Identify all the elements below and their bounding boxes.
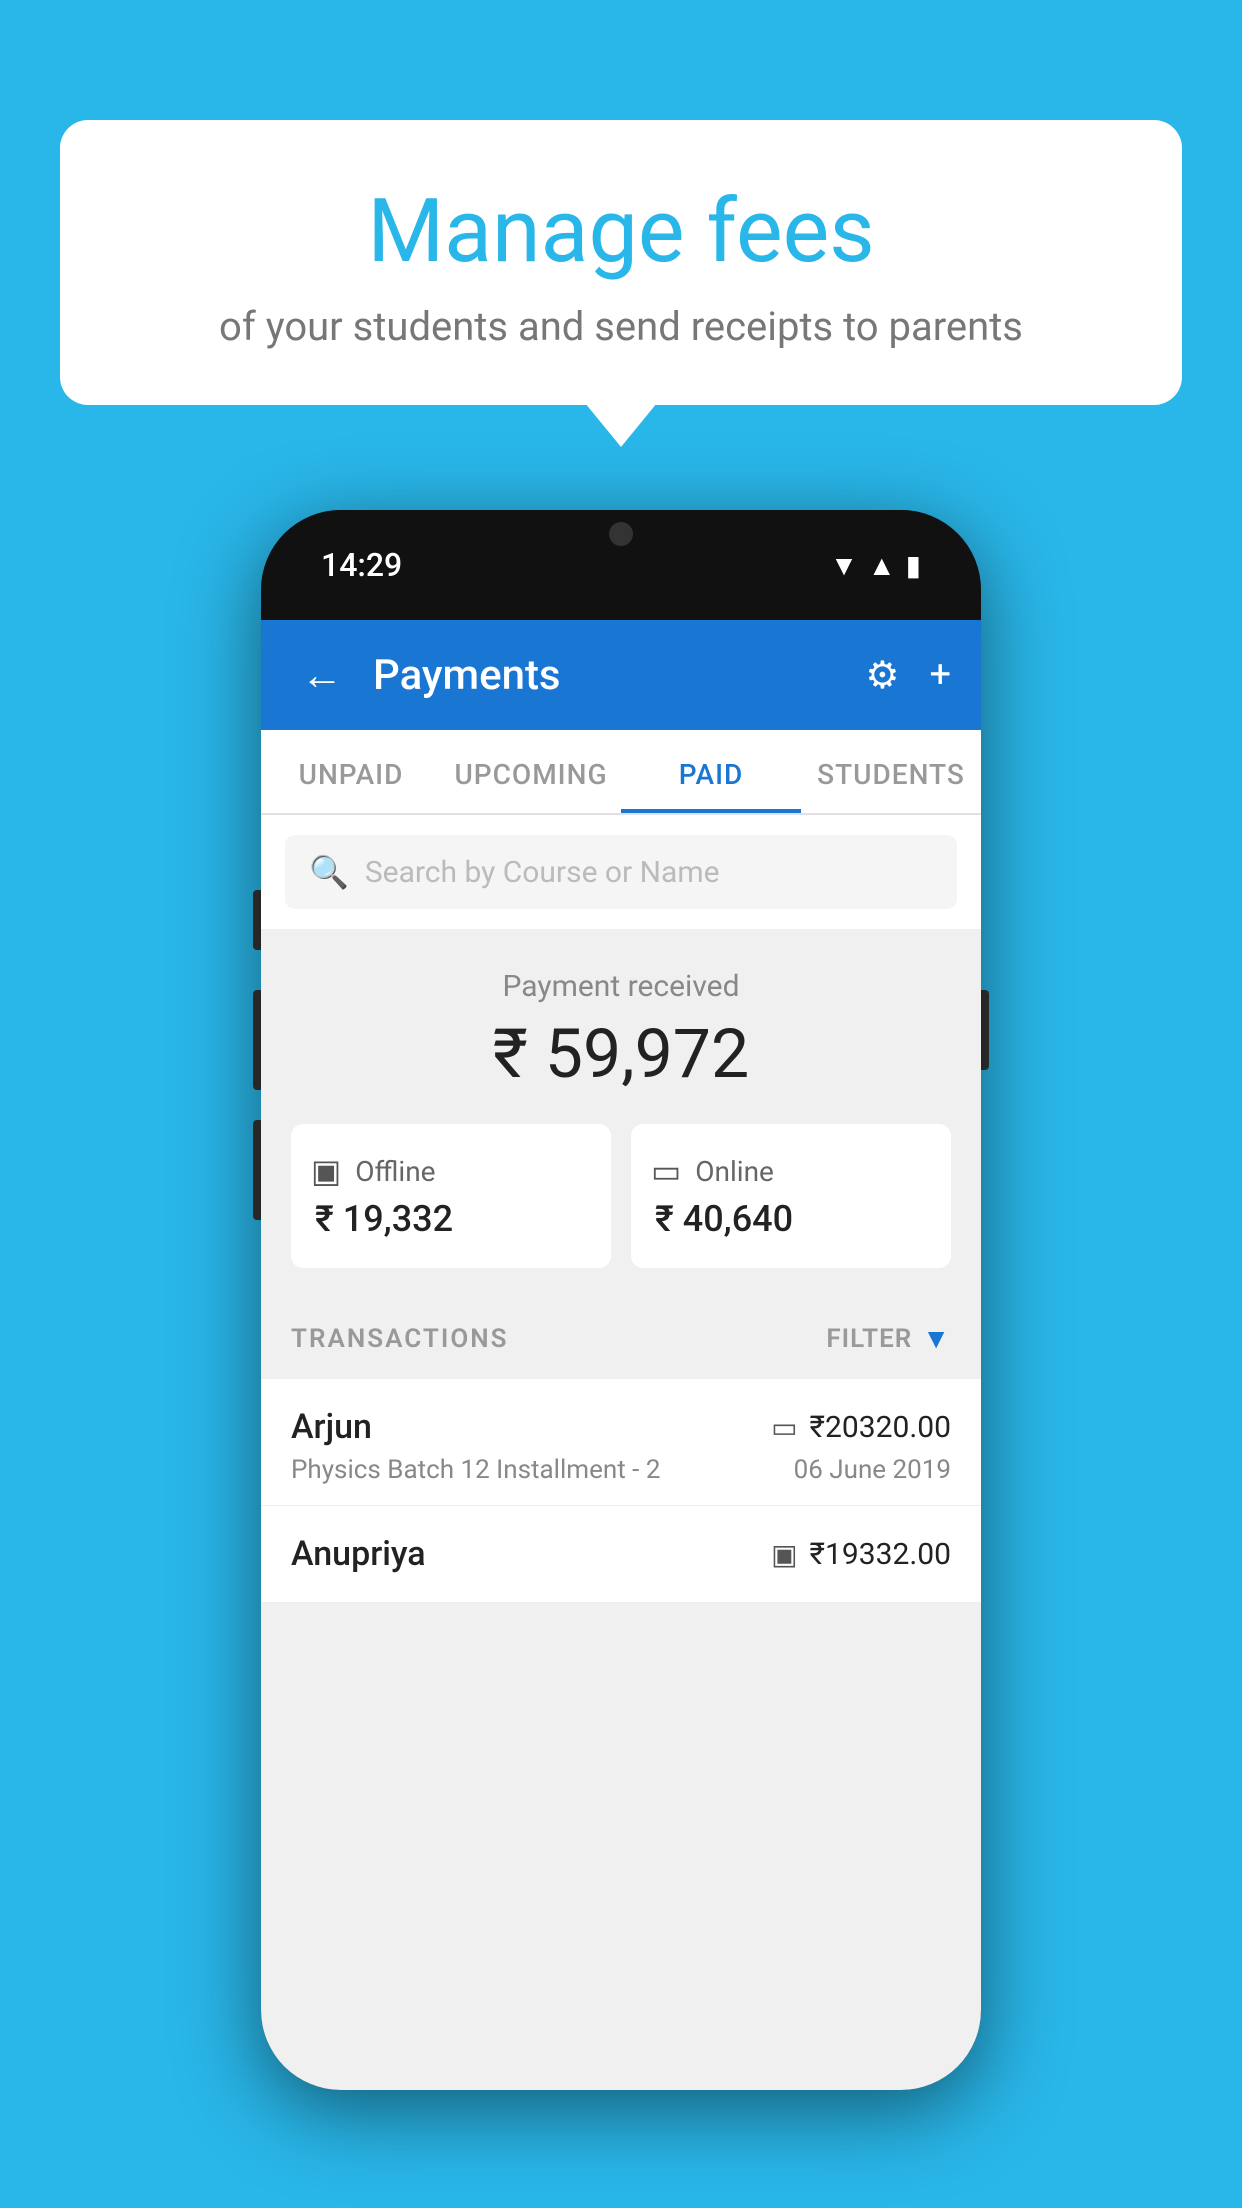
phone-frame: 14:29 ▼ ▲ ▮ ← Payments ⚙ + UNPAID UPCOM bbox=[261, 510, 981, 2090]
speech-bubble-section: Manage fees of your students and send re… bbox=[60, 120, 1182, 405]
tab-paid[interactable]: PAID bbox=[621, 730, 801, 813]
transaction-amount-container: ▣ ₹19332.00 bbox=[771, 1537, 951, 1572]
status-time: 14:29 bbox=[321, 546, 402, 584]
offline-card-header: ▣ Offline bbox=[311, 1152, 591, 1190]
transaction-row-top: Anupriya ▣ ₹19332.00 bbox=[291, 1534, 951, 1574]
transaction-amount: ₹20320.00 bbox=[810, 1410, 951, 1445]
filter-icon: ▼ bbox=[922, 1322, 951, 1355]
bubble-title: Manage fees bbox=[140, 180, 1102, 283]
online-amount: ₹ 40,640 bbox=[655, 1198, 931, 1240]
tab-unpaid[interactable]: UNPAID bbox=[261, 730, 441, 813]
transaction-type-icon: ▣ bbox=[771, 1538, 797, 1571]
transaction-course: Physics Batch 12 Installment - 2 bbox=[291, 1455, 660, 1485]
wifi-icon: ▼ bbox=[830, 549, 858, 582]
offline-amount: ₹ 19,332 bbox=[315, 1198, 591, 1240]
payment-total-amount: ₹ 59,972 bbox=[291, 1014, 951, 1094]
phone-screen: ← Payments ⚙ + UNPAID UPCOMING PAID STUD… bbox=[261, 620, 981, 2090]
table-row[interactable]: Anupriya ▣ ₹19332.00 bbox=[261, 1506, 981, 1603]
transaction-name: Anupriya bbox=[291, 1534, 426, 1574]
filter-label: FILTER bbox=[826, 1324, 912, 1354]
offline-payment-card: ▣ Offline ₹ 19,332 bbox=[291, 1124, 611, 1268]
transaction-type-icon: ▭ bbox=[771, 1411, 797, 1444]
payment-cards: ▣ Offline ₹ 19,332 ▭ Online ₹ 40,640 bbox=[291, 1124, 951, 1268]
tab-students[interactable]: STUDENTS bbox=[801, 730, 981, 813]
add-icon[interactable]: + bbox=[929, 653, 951, 697]
signal-icon: ▲ bbox=[868, 549, 896, 582]
offline-icon: ▣ bbox=[311, 1152, 341, 1190]
transaction-row-top: Arjun ▭ ₹20320.00 bbox=[291, 1407, 951, 1447]
payment-label: Payment received bbox=[291, 969, 951, 1004]
phone-notch bbox=[561, 510, 681, 560]
status-icons: ▼ ▲ ▮ bbox=[830, 549, 921, 582]
search-bar[interactable]: 🔍 Search by Course or Name bbox=[285, 835, 957, 909]
transaction-date: 06 June 2019 bbox=[794, 1455, 951, 1485]
transaction-row-bottom: Physics Batch 12 Installment - 2 06 June… bbox=[291, 1455, 951, 1485]
transaction-name: Arjun bbox=[291, 1407, 372, 1447]
online-label: Online bbox=[695, 1155, 774, 1188]
filter-button[interactable]: FILTER ▼ bbox=[826, 1322, 951, 1355]
online-card-header: ▭ Online bbox=[651, 1152, 931, 1190]
bubble-subtitle: of your students and send receipts to pa… bbox=[140, 303, 1102, 350]
header-actions: ⚙ + bbox=[865, 653, 951, 698]
app-header: ← Payments ⚙ + bbox=[261, 620, 981, 730]
back-button[interactable]: ← bbox=[291, 641, 353, 710]
online-icon: ▭ bbox=[651, 1152, 681, 1190]
online-payment-card: ▭ Online ₹ 40,640 bbox=[631, 1124, 951, 1268]
camera-dot bbox=[609, 522, 633, 546]
table-row[interactable]: Arjun ▭ ₹20320.00 Physics Batch 12 Insta… bbox=[261, 1379, 981, 1506]
search-placeholder: Search by Course or Name bbox=[365, 855, 720, 890]
tab-upcoming[interactable]: UPCOMING bbox=[441, 730, 621, 813]
transaction-amount-container: ▭ ₹20320.00 bbox=[771, 1410, 951, 1445]
offline-label: Offline bbox=[355, 1155, 435, 1188]
speech-bubble: Manage fees of your students and send re… bbox=[60, 120, 1182, 405]
payment-received-section: Payment received ₹ 59,972 ▣ Offline ₹ 19… bbox=[261, 929, 981, 1298]
settings-icon[interactable]: ⚙ bbox=[865, 653, 899, 698]
page-title: Payments bbox=[373, 651, 845, 700]
phone-mockup: 14:29 ▼ ▲ ▮ ← Payments ⚙ + UNPAID UPCOM bbox=[261, 510, 981, 2090]
battery-icon: ▮ bbox=[906, 549, 921, 582]
search-container: 🔍 Search by Course or Name bbox=[261, 815, 981, 929]
transactions-header: TRANSACTIONS FILTER ▼ bbox=[261, 1298, 981, 1379]
transaction-amount: ₹19332.00 bbox=[810, 1537, 951, 1572]
search-icon: 🔍 bbox=[309, 853, 349, 891]
transactions-label: TRANSACTIONS bbox=[291, 1324, 509, 1354]
tabs-bar: UNPAID UPCOMING PAID STUDENTS bbox=[261, 730, 981, 815]
